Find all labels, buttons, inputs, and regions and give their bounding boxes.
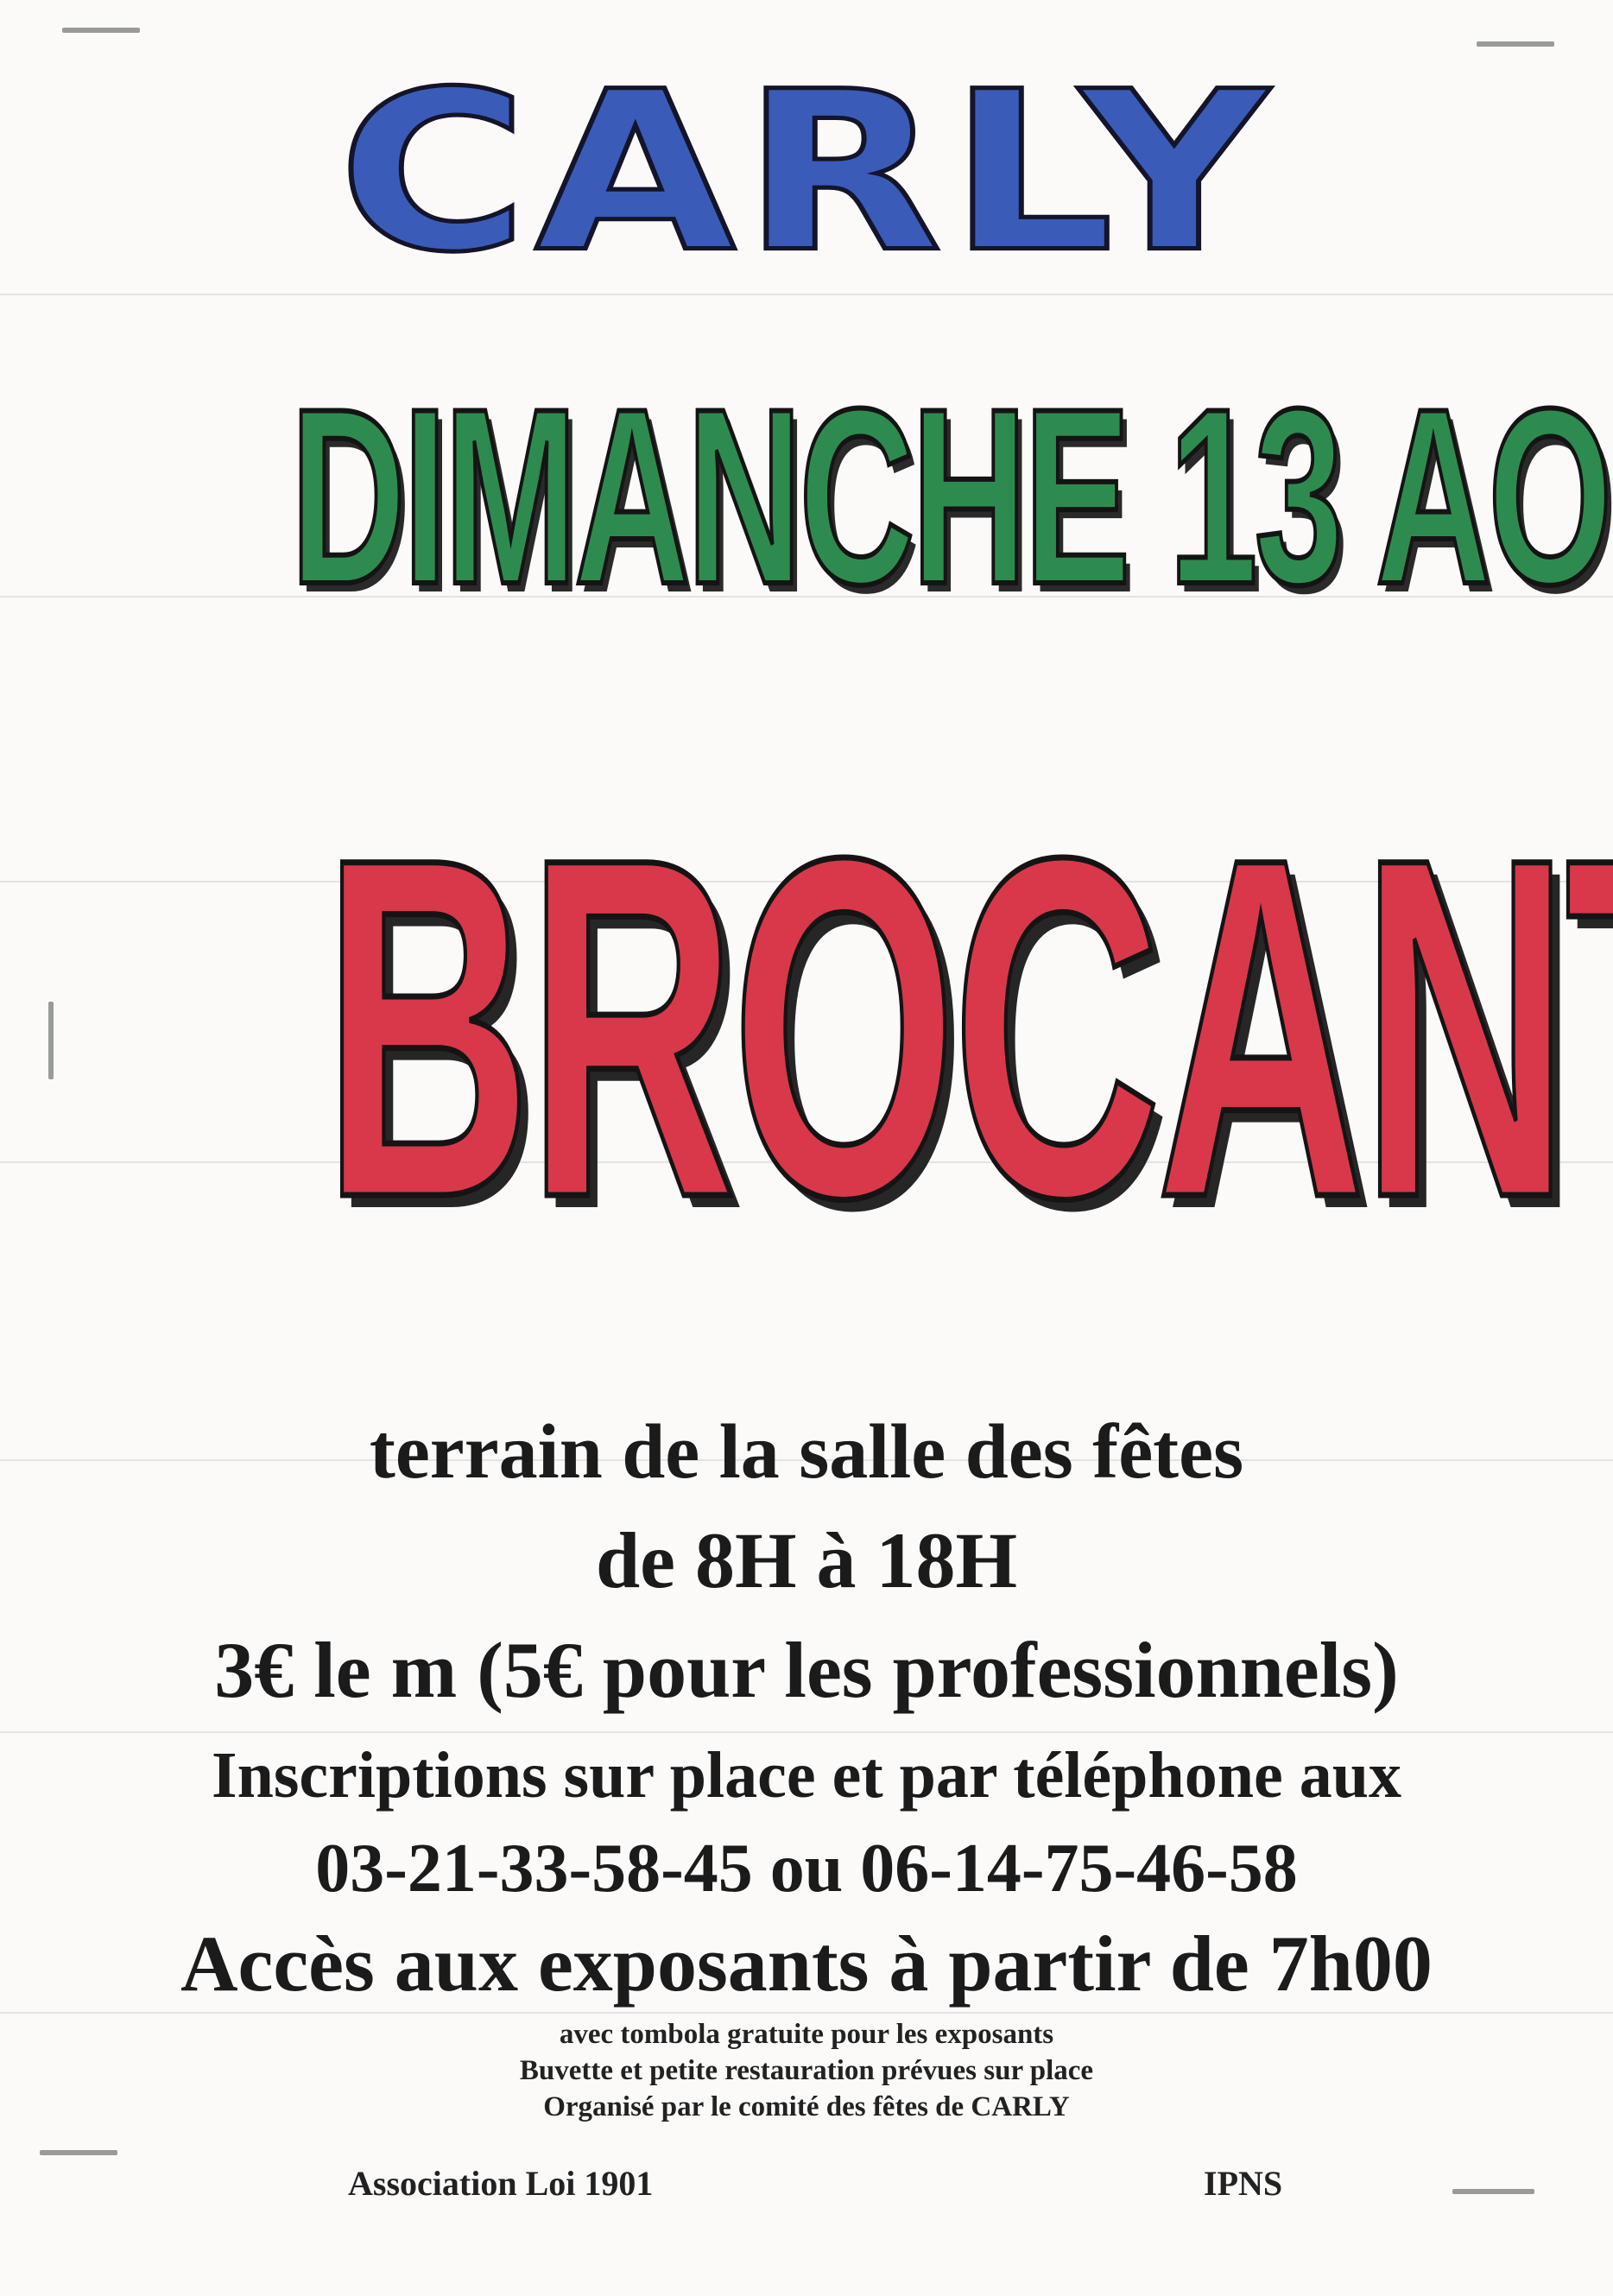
staple xyxy=(40,2150,117,2155)
hours-text: de 8H à 18H xyxy=(595,1516,1018,1604)
refreshments-note: Buvette et petite restauration prévues s… xyxy=(519,2055,1094,2086)
ipns-label: IPNS xyxy=(1204,2164,1283,2203)
event-date: DIMANCHE 13 AOÛT xyxy=(288,357,1613,636)
staple xyxy=(1452,2189,1534,2194)
event-title: BROCANTE xyxy=(320,755,1613,1301)
paper-line xyxy=(0,2012,1613,2014)
phone-numbers: 03-21-33-58-45 ou 06-14-75-46-58 xyxy=(315,1831,1298,1907)
tombola-note: avec tombola gratuite pour les exposants xyxy=(559,2019,1054,2050)
paper-line xyxy=(0,1731,1613,1733)
access-text: Accès aux exposants à partir de 7h00 xyxy=(180,1920,1433,2008)
association-label: Association Loi 1901 xyxy=(348,2164,654,2203)
organizer-note: Organisé par le comité des fêtes de CARL… xyxy=(543,2091,1070,2122)
registration-text: Inscriptions sur place et par téléphone … xyxy=(212,1739,1401,1812)
staple xyxy=(62,28,140,33)
staple xyxy=(1477,41,1554,47)
brocante-poster: CARLY DIMANCHE 13 AOÛT BROCANTE terrain … xyxy=(0,0,1613,2296)
staple xyxy=(48,1002,54,1079)
location-text: terrain de la salle des fêtes xyxy=(369,1409,1244,1495)
town-title: CARLY xyxy=(335,44,1275,300)
price-text: 3€ le m (5€ pour les professionnels) xyxy=(214,1626,1399,1714)
